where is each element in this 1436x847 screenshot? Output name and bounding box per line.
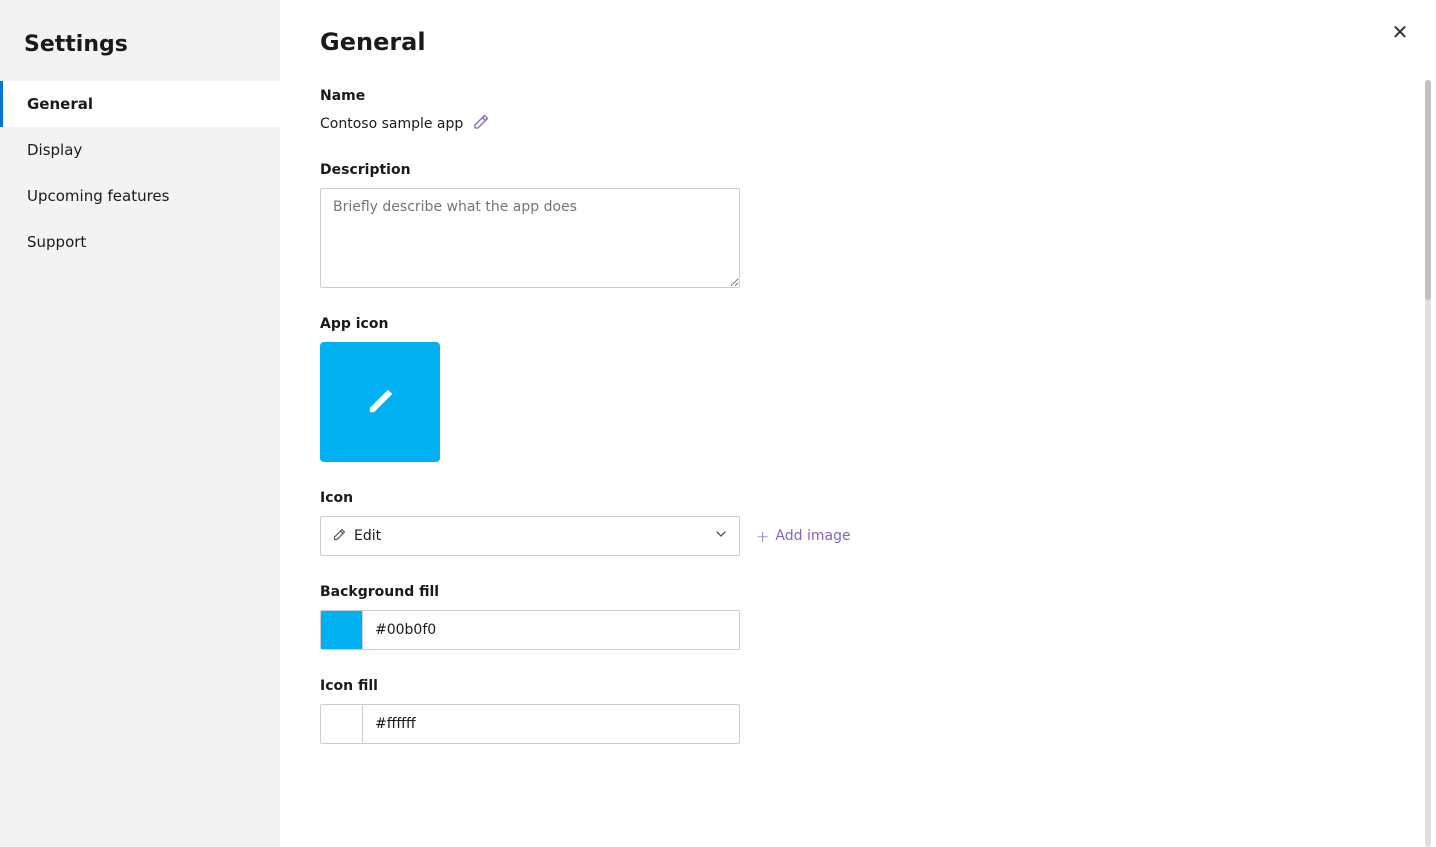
sidebar-item-display[interactable]: Display <box>0 127 280 173</box>
page-title: General <box>320 28 1040 56</box>
icon-dropdown[interactable]: Edit <box>320 516 740 556</box>
dropdown-pencil-icon <box>333 528 346 545</box>
sidebar-item-upcoming-features[interactable]: Upcoming features <box>0 173 280 219</box>
name-edit-icon[interactable] <box>473 114 489 134</box>
background-fill-row <box>320 610 740 650</box>
icon-row: Edit + Add image <box>320 516 1040 556</box>
description-label: Description <box>320 162 1040 178</box>
icon-fill-section: Icon fill <box>320 678 1040 744</box>
name-value: Contoso sample app <box>320 116 463 132</box>
name-label: Name <box>320 88 1040 104</box>
description-section: Description <box>320 162 1040 288</box>
sidebar-item-label-general: General <box>27 95 93 113</box>
scrollbar-thumb[interactable] <box>1425 80 1431 300</box>
icon-dropdown-value: Edit <box>354 528 381 544</box>
app-icon-section: App icon <box>320 316 1040 462</box>
add-image-button[interactable]: + Add image <box>756 527 851 546</box>
add-icon: + <box>756 527 769 546</box>
icon-color-swatch[interactable] <box>320 704 362 744</box>
sidebar-item-support[interactable]: Support <box>0 219 280 265</box>
name-row: Contoso sample app <box>320 114 1040 134</box>
main-content: ✕ General Name Contoso sample app Descri… <box>280 0 1436 847</box>
chevron-down-icon <box>715 528 727 544</box>
sidebar-title: Settings <box>0 20 280 81</box>
description-textarea[interactable] <box>320 188 740 288</box>
name-section: Name Contoso sample app <box>320 88 1040 134</box>
sidebar-item-label-display: Display <box>27 141 82 159</box>
background-color-input[interactable] <box>362 610 740 650</box>
app-icon-label: App icon <box>320 316 1040 332</box>
background-fill-section: Background fill <box>320 584 1040 650</box>
content-area: General Name Contoso sample app Descript… <box>280 0 1080 784</box>
scrollbar-track <box>1425 80 1431 847</box>
icon-fill-label: Icon fill <box>320 678 1040 694</box>
icon-color-input[interactable] <box>362 704 740 744</box>
scrollbar[interactable] <box>1424 80 1432 847</box>
sidebar: Settings General Display Upcoming featur… <box>0 0 280 847</box>
app-icon-pencil-icon <box>360 382 400 422</box>
app-icon-preview[interactable] <box>320 342 440 462</box>
icon-label: Icon <box>320 490 1040 506</box>
close-button[interactable]: ✕ <box>1384 16 1416 48</box>
sidebar-item-label-support: Support <box>27 233 86 251</box>
sidebar-item-general[interactable]: General <box>0 81 280 127</box>
icon-fill-row <box>320 704 740 744</box>
add-image-label: Add image <box>775 528 850 544</box>
sidebar-item-label-upcoming-features: Upcoming features <box>27 187 169 205</box>
icon-section: Icon Edit <box>320 490 1040 556</box>
background-fill-label: Background fill <box>320 584 1040 600</box>
background-color-swatch[interactable] <box>320 610 362 650</box>
